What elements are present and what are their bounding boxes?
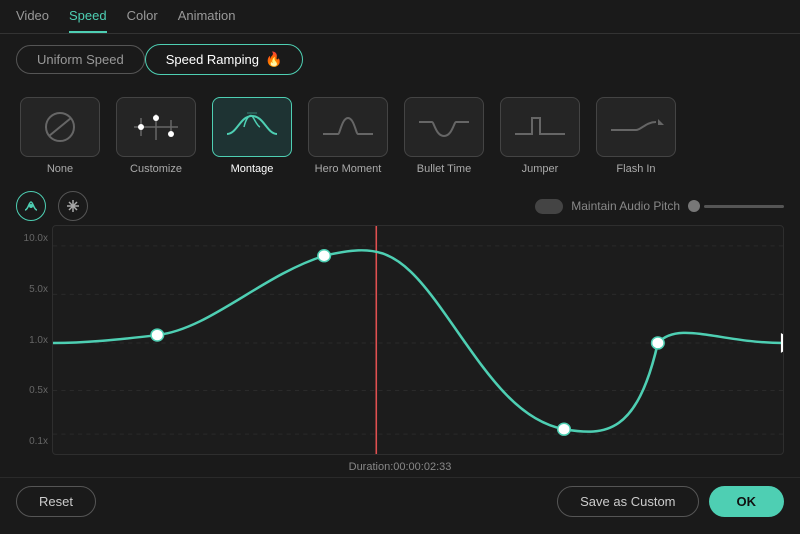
graph-area: 10.0x 5.0x 1.0x 0.5x 0.1x	[16, 225, 784, 477]
freeze-frame-btn[interactable]	[58, 191, 88, 221]
nav-video[interactable]: Video	[16, 8, 49, 33]
preset-flash-in[interactable]: Flash In	[592, 93, 680, 179]
control-point-1[interactable]	[151, 329, 164, 341]
preset-jumper[interactable]: Jumper	[496, 93, 584, 179]
preset-montage[interactable]: Montage	[208, 93, 296, 179]
right-buttons: Save as Custom OK	[557, 486, 784, 517]
preset-jumper-box	[500, 97, 580, 157]
y-label-10x: 10.0x	[16, 233, 48, 244]
mode-selector: Uniform Speed Speed Ramping 🔥	[0, 34, 800, 85]
audio-pitch-toggle[interactable]	[535, 199, 563, 214]
audio-pitch-label: Maintain Audio Pitch	[571, 199, 680, 213]
preset-bullet-time-box	[404, 97, 484, 157]
duration-label: Duration:00:00:02:33	[16, 455, 784, 477]
control-point-3[interactable]	[558, 423, 571, 435]
y-label-01x: 0.1x	[16, 436, 48, 447]
slider-handle[interactable]	[688, 200, 700, 212]
preset-montage-box	[212, 97, 292, 157]
reset-button[interactable]: Reset	[16, 486, 96, 517]
preset-flash-in-box	[596, 97, 676, 157]
preset-customize-label: Customize	[130, 163, 182, 175]
preset-none[interactable]: None	[16, 93, 104, 179]
preset-flash-in-label: Flash In	[616, 163, 655, 175]
speed-ramping-label: Speed Ramping	[166, 52, 259, 67]
graph-svg	[53, 226, 783, 454]
y-label-05x: 0.5x	[16, 385, 48, 396]
preset-hero-moment-label: Hero Moment	[315, 163, 382, 175]
nav-animation[interactable]: Animation	[178, 8, 236, 33]
presets-row: None Customize Montage	[0, 85, 800, 187]
curve-edit-btn[interactable]	[16, 191, 46, 221]
y-axis: 10.0x 5.0x 1.0x 0.5x 0.1x	[16, 225, 52, 455]
preset-none-box	[20, 97, 100, 157]
y-label-5x: 5.0x	[16, 284, 48, 295]
slider-track	[704, 205, 784, 208]
preset-hero-moment[interactable]: Hero Moment	[304, 93, 392, 179]
nav-color[interactable]: Color	[127, 8, 158, 33]
preset-customize-box	[116, 97, 196, 157]
controls-row: Maintain Audio Pitch	[0, 187, 800, 225]
control-point-2[interactable]	[318, 250, 331, 262]
save-custom-button[interactable]: Save as Custom	[557, 486, 698, 517]
flame-icon: 🔥	[265, 51, 282, 68]
preset-bullet-time-label: Bullet Time	[417, 163, 471, 175]
nav-speed[interactable]: Speed	[69, 8, 107, 33]
preset-bullet-time[interactable]: Bullet Time	[400, 93, 488, 179]
preset-montage-label: Montage	[231, 163, 274, 175]
preset-none-label: None	[47, 163, 73, 175]
graph-canvas[interactable]	[52, 225, 784, 455]
control-point-4[interactable]	[652, 337, 665, 349]
y-label-1x: 1.0x	[16, 335, 48, 346]
audio-pitch-slider-group	[688, 200, 784, 212]
ok-button[interactable]: OK	[709, 486, 785, 517]
preset-jumper-label: Jumper	[522, 163, 559, 175]
bottom-bar: Reset Save as Custom OK	[0, 477, 800, 525]
top-nav: Video Speed Color Animation	[0, 0, 800, 34]
preset-hero-moment-box	[308, 97, 388, 157]
uniform-speed-btn[interactable]: Uniform Speed	[16, 45, 145, 74]
preset-customize[interactable]: Customize	[112, 93, 200, 179]
audio-pitch-control: Maintain Audio Pitch	[535, 199, 784, 214]
end-arrow	[781, 333, 783, 353]
speed-ramping-btn[interactable]: Speed Ramping 🔥	[145, 44, 304, 75]
